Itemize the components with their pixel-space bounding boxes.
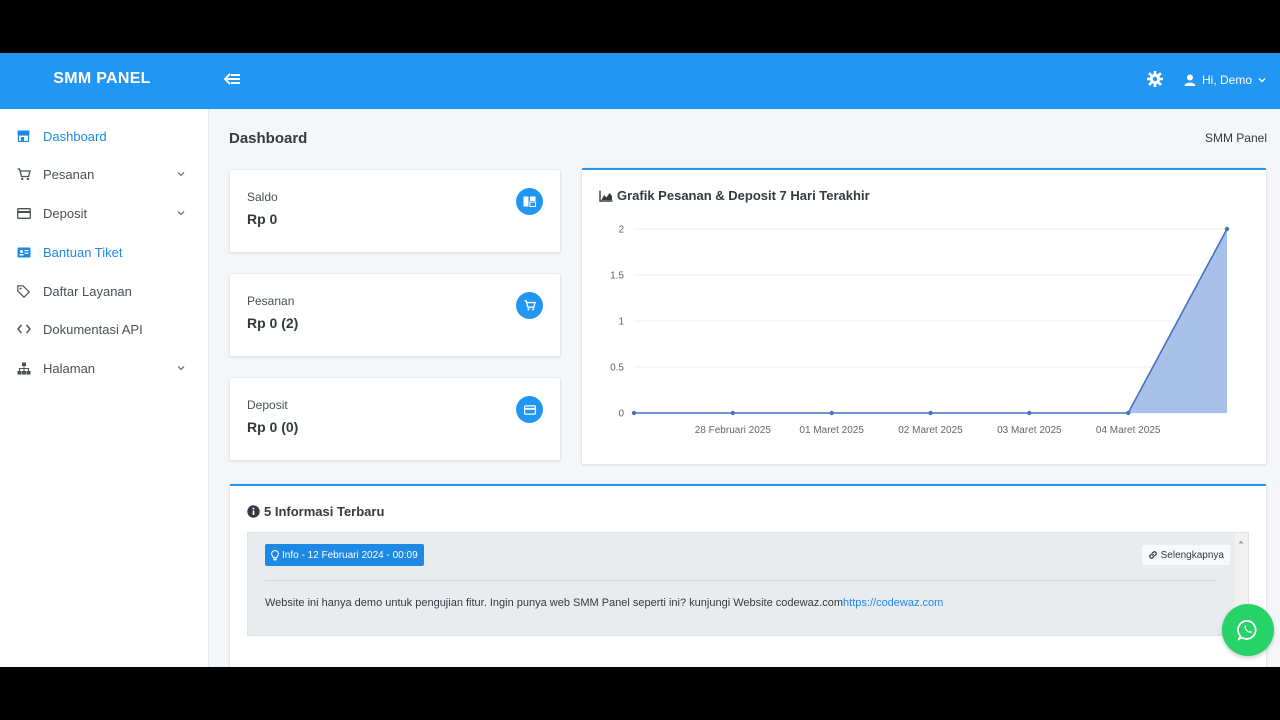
info-badge-text: Info - 12 Februari 2024 - 00:09 [282,549,418,561]
ticket-icon [16,245,31,260]
x-tick-label: 04 Maret 2025 [1096,425,1161,436]
lightbulb-icon [271,549,279,560]
sidebar: Dashboard Pesanan Deposit Bantuan Tiket [0,109,209,667]
sidebar-item-label: Bantuan Tiket [43,244,123,260]
sidebar-item-bantuan-tiket[interactable]: Bantuan Tiket [0,234,209,270]
sidebar-item-deposit[interactable]: Deposit [0,195,209,231]
page-title: Dashboard [229,130,308,147]
main-content: Dashboard SMM Panel Saldo Rp 0 Pesanan R… [210,109,1280,667]
tag-icon [16,284,31,299]
sidebar-item-halaman[interactable]: Halaman [0,350,209,386]
stat-card-pesanan: Pesanan Rp 0 (2) [230,274,560,356]
sidebar-item-label: Dokumentasi API [43,321,143,337]
sidebar-item-label: Daftar Layanan [43,283,132,299]
sidebar-item-label: Halaman [43,360,96,376]
chart-card: Grafik Pesanan & Deposit 7 Hari Terakhir… [582,168,1266,464]
chevron-down-icon [1258,78,1266,83]
data-point [1224,226,1230,232]
wallet-icon [516,188,543,215]
store-icon [16,129,31,144]
stat-label: Saldo [247,190,278,204]
x-tick-label: 28 Februari 2025 [695,425,772,436]
chevron-down-icon [177,172,185,177]
data-point [631,410,637,416]
sidebar-item-dashboard[interactable]: Dashboard [0,118,209,154]
info-card: 5 Informasi Terbaru Info - 12 Februari 2… [230,484,1266,667]
data-point [1125,410,1131,416]
sidebar-item-dokumentasi-api[interactable]: Dokumentasi API [0,311,209,347]
order-deposit-chart: 0 0.5 1 1.5 2 28 Februari 2025 01 Maret 2025 02… [610,225,1230,436]
brand-logo[interactable]: SMM PANEL [0,53,204,109]
read-more-button[interactable]: Selengkapnya [1140,544,1231,566]
info-item: Info - 12 Februari 2024 - 00:09 Selengka… [247,532,1249,636]
whatsapp-button[interactable] [1222,604,1274,656]
stat-label: Deposit [247,398,288,412]
app-frame: SMM PANEL Hi, Demo Dashboard Pesanan Dep… [0,53,1280,667]
y-tick-label: 1.5 [610,271,624,282]
data-point [829,410,834,416]
y-tick-label: 0.5 [610,363,624,374]
sidebar-item-label: Deposit [43,205,88,221]
y-tick-label: 1 [618,317,624,328]
stat-value: Rp 0 (0) [247,419,299,435]
user-icon [1184,74,1196,86]
scroll-up-arrow-icon[interactable] [1234,535,1248,549]
info-link[interactable]: https://codewaz.com [843,597,943,609]
cart-icon [516,292,543,319]
sidebar-item-label: Pesanan [43,166,95,182]
chevron-down-icon [177,211,185,216]
stat-value: Rp 0 (2) [247,315,299,331]
y-tick-label: 0 [618,409,624,420]
divider [265,580,1217,581]
info-title: 5 Informasi Terbaru [247,504,384,519]
x-tick-label: 03 Maret 2025 [997,425,1062,436]
x-tick-label: 01 Maret 2025 [799,425,864,436]
credit-card-icon [516,396,543,423]
x-tick-label: 02 Maret 2025 [898,425,963,436]
stat-value: Rp 0 [247,211,278,227]
data-point [928,410,933,416]
info-badge: Info - 12 Februari 2024 - 00:09 [265,544,424,566]
y-tick-label: 2 [618,225,624,236]
whatsapp-icon [1237,620,1257,641]
data-point [1027,410,1032,416]
info-title-text: 5 Informasi Terbaru [264,504,385,519]
sidebar-item-daftar-layanan[interactable]: Daftar Layanan [0,273,209,309]
top-navbar: SMM PANEL Hi, Demo [0,53,1280,109]
link-icon [1148,551,1157,559]
breadcrumb[interactable]: SMM Panel [1205,131,1267,145]
sidebar-item-label: Dashboard [43,128,107,144]
sidebar-item-pesanan[interactable]: Pesanan [0,156,209,192]
cart-icon [16,167,31,182]
user-greeting: Hi, Demo [1202,73,1253,87]
info-circle-icon [247,505,260,518]
info-text: Website ini hanya demo untuk pengujian f… [265,597,943,609]
sitemap-icon [16,361,31,376]
stat-card-deposit: Deposit Rp 0 (0) [230,378,560,460]
data-point [730,410,736,416]
gear-icon[interactable] [1147,71,1163,87]
stat-card-saldo: Saldo Rp 0 [230,170,560,252]
stat-label: Pesanan [247,294,295,308]
sidebar-toggle-icon[interactable] [222,70,242,88]
info-body: Website ini hanya demo untuk pengujian f… [265,597,844,609]
user-menu[interactable]: Hi, Demo [1184,71,1266,89]
credit-card-icon [16,206,31,221]
chevron-down-icon [177,366,185,371]
read-more-label: Selengkapnya [1160,549,1224,561]
code-icon [16,322,31,337]
